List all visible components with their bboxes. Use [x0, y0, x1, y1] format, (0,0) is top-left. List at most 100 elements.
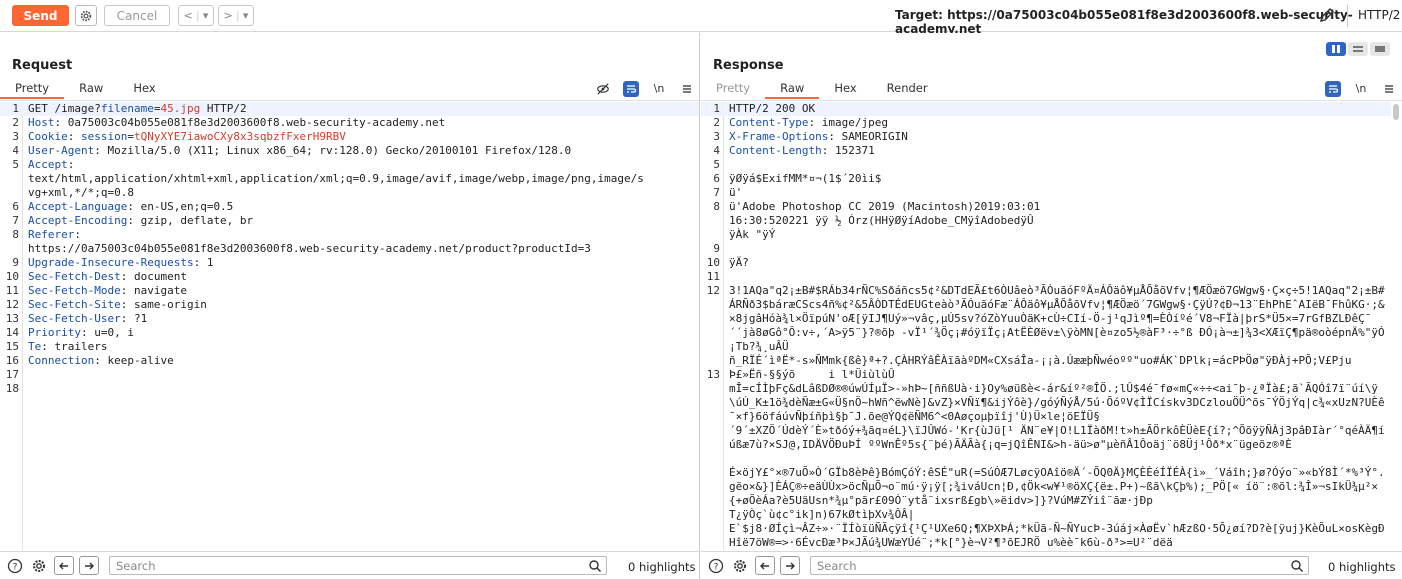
response-line: 5 [713, 158, 720, 171]
protocol-label[interactable]: HTTP/2 [1358, 8, 1400, 22]
arrow-left-icon [760, 562, 769, 569]
response-line: 12 3!1AQa"q2¡±B#$RÁb34rÑC%Sðáñcs5¢²&DTdEÃ… [706, 284, 1385, 367]
layout-side-by-side-button[interactable] [1326, 42, 1346, 56]
pencil-icon [1319, 7, 1335, 23]
request-line: vg+xml,*/*;q=0.8 [28, 186, 134, 199]
request-search-prev-button[interactable] [54, 556, 74, 575]
response-line: 11 [706, 270, 720, 283]
search-icon [589, 560, 602, 573]
request-tabs: Pretty Raw Hex [0, 78, 171, 99]
arrow-right-icon [85, 562, 94, 569]
layout-tabs-button[interactable] [1370, 42, 1390, 56]
top-toolbar: Send Cancel < | ▾ > | ▾ Target: https://… [0, 0, 1402, 36]
response-search-input[interactable] [810, 556, 1309, 575]
arrow-right-icon [786, 562, 795, 569]
back-button[interactable]: < | ▾ [178, 5, 214, 26]
gear-icon [33, 560, 45, 572]
send-settings-button[interactable] [75, 5, 97, 26]
response-pane: Response Pretty Raw Hex Render \n 1 HTTP/… [701, 33, 1402, 579]
request-highlights-count: 0 highlights [628, 560, 696, 574]
rows-icon [1353, 46, 1363, 52]
response-tabs: Pretty Raw Hex Render [701, 78, 943, 99]
columns-icon [1332, 45, 1340, 53]
request-newline-toggle[interactable]: \n [651, 81, 667, 97]
request-line: 13 Sec-Fetch-User: ?1 [5, 312, 148, 325]
request-search-input[interactable] [109, 556, 607, 575]
hamburger-icon [1385, 84, 1393, 93]
response-search-settings-button[interactable] [731, 557, 749, 575]
request-line: 10 Sec-Fetch-Dest: document [5, 270, 187, 283]
response-search-bar: ? 0 highlights [701, 551, 1402, 579]
response-scrollbar[interactable] [1393, 104, 1399, 120]
svg-text:?: ? [714, 563, 719, 573]
request-line: 16 Connection: keep-alive [5, 354, 174, 367]
response-search-next-button[interactable] [780, 556, 800, 575]
request-editor[interactable]: 1 GET /image?filename=45.jpg HTTP/2 2 Hos… [0, 100, 699, 550]
request-editor-actions: \n [595, 78, 695, 99]
back-menu-icon: ▾ [202, 9, 209, 22]
response-line: 1 HTTP/2 200 OK [701, 102, 1391, 116]
response-line: 8 ü'Adobe Photoshop CC 2019 (Macintosh)20… [713, 200, 1041, 241]
response-tab-render[interactable]: Render [872, 78, 943, 99]
request-line: 11 Sec-Fetch-Mode: navigate [5, 284, 187, 297]
request-line: 6 Accept-Language: en-US,en;q=0.5 [12, 200, 234, 213]
request-tab-raw[interactable]: Raw [64, 78, 118, 99]
request-line: 3 Cookie: session=tQNyXYE7iawoCXy8x3sqbzf… [12, 130, 346, 143]
request-line: 4 User-Agent: Mozilla/5.0 (X11; Linux x86… [12, 144, 572, 157]
response-help-button[interactable]: ? [707, 557, 725, 575]
request-line: https://0a75003c04b055e081f8e3d2003600f8… [28, 242, 591, 255]
hide-nonprintable-button[interactable] [595, 81, 611, 97]
request-line: 12 Sec-Fetch-Site: same-origin [5, 298, 207, 311]
response-editor[interactable]: 1 HTTP/2 200 OK 2 Content-Type: image/jpeg… [701, 100, 1402, 550]
response-highlights-count: 0 highlights [1328, 560, 1396, 574]
response-line: 3 X-Frame-Options: SAMEORIGIN [713, 130, 908, 143]
response-wrap-toggle[interactable] [1325, 80, 1341, 97]
response-line: 7 ü' [713, 186, 743, 199]
request-search-bar: ? 0 highlights [0, 551, 699, 579]
layout-toggle [1326, 42, 1390, 56]
request-line: 2 Host: 0a75003c04b055e081f8e3d2003600f8.… [12, 116, 446, 129]
request-line: text/html,application/xhtml+xml,applicat… [28, 172, 644, 185]
cancel-button[interactable]: Cancel [104, 5, 170, 26]
single-pane-icon [1375, 46, 1385, 52]
response-tab-pretty[interactable]: Pretty [701, 78, 765, 99]
response-line: 2 Content-Type: image/jpeg [713, 116, 888, 129]
request-line: 17 [5, 368, 19, 381]
layout-vertical-button[interactable] [1348, 42, 1368, 56]
request-line: 7 Accept-Encoding: gzip, deflate, br [12, 214, 254, 227]
response-editor-actions: \n [1325, 78, 1397, 99]
response-code: 1 HTTP/2 200 OK 2 Content-Type: image/jpeg… [701, 102, 1391, 550]
request-search-next-button[interactable] [79, 556, 99, 575]
request-code: 1 GET /image?filename=45.jpg HTTP/2 2 Hos… [0, 102, 699, 396]
request-wrap-toggle[interactable] [623, 80, 639, 97]
hamburger-icon [683, 84, 691, 93]
response-line: 13 Þ£»Ëñ-§§ýõ i l*ÜiùlùÛ mÎ=cÍÌþFç&dLâßDØ… [706, 368, 1385, 549]
request-tab-hex[interactable]: Hex [118, 78, 170, 99]
request-line: 1 GET /image?filename=45.jpg HTTP/2 [0, 102, 699, 116]
search-icon [1291, 560, 1304, 573]
forward-button[interactable]: > | ▾ [218, 5, 254, 26]
response-search-prev-button[interactable] [755, 556, 775, 575]
eye-slash-icon [597, 82, 609, 95]
edit-target-button[interactable] [1317, 5, 1339, 27]
send-button[interactable]: Send [12, 5, 69, 26]
request-help-button[interactable]: ? [6, 557, 24, 575]
request-search-settings-button[interactable] [30, 557, 48, 575]
back-label: < [183, 9, 193, 22]
forward-label: > [223, 9, 233, 22]
response-line: 4 Content-Length: 152371 [713, 144, 875, 157]
gear-icon [80, 10, 92, 21]
request-menu-button[interactable] [679, 81, 695, 97]
request-line: 14 Priority: u=0, i [5, 326, 134, 339]
request-line: 8 Referer: [12, 228, 81, 241]
response-tab-hex[interactable]: Hex [819, 78, 871, 99]
request-line: 18 [5, 382, 19, 395]
request-tab-pretty[interactable]: Pretty [0, 78, 65, 99]
response-menu-button[interactable] [1381, 81, 1397, 97]
request-pane: Request Pretty Raw Hex \n 1 GET /image?f… [0, 33, 700, 579]
response-line: 6 ÿØÿá$ExifMM*¤¬(1$´20ìi$ [713, 172, 882, 185]
response-tab-raw[interactable]: Raw [765, 78, 820, 99]
response-newline-toggle[interactable]: \n [1353, 81, 1369, 97]
response-line: 10 ÿÄ? [706, 256, 749, 269]
help-icon: ? [708, 558, 724, 574]
